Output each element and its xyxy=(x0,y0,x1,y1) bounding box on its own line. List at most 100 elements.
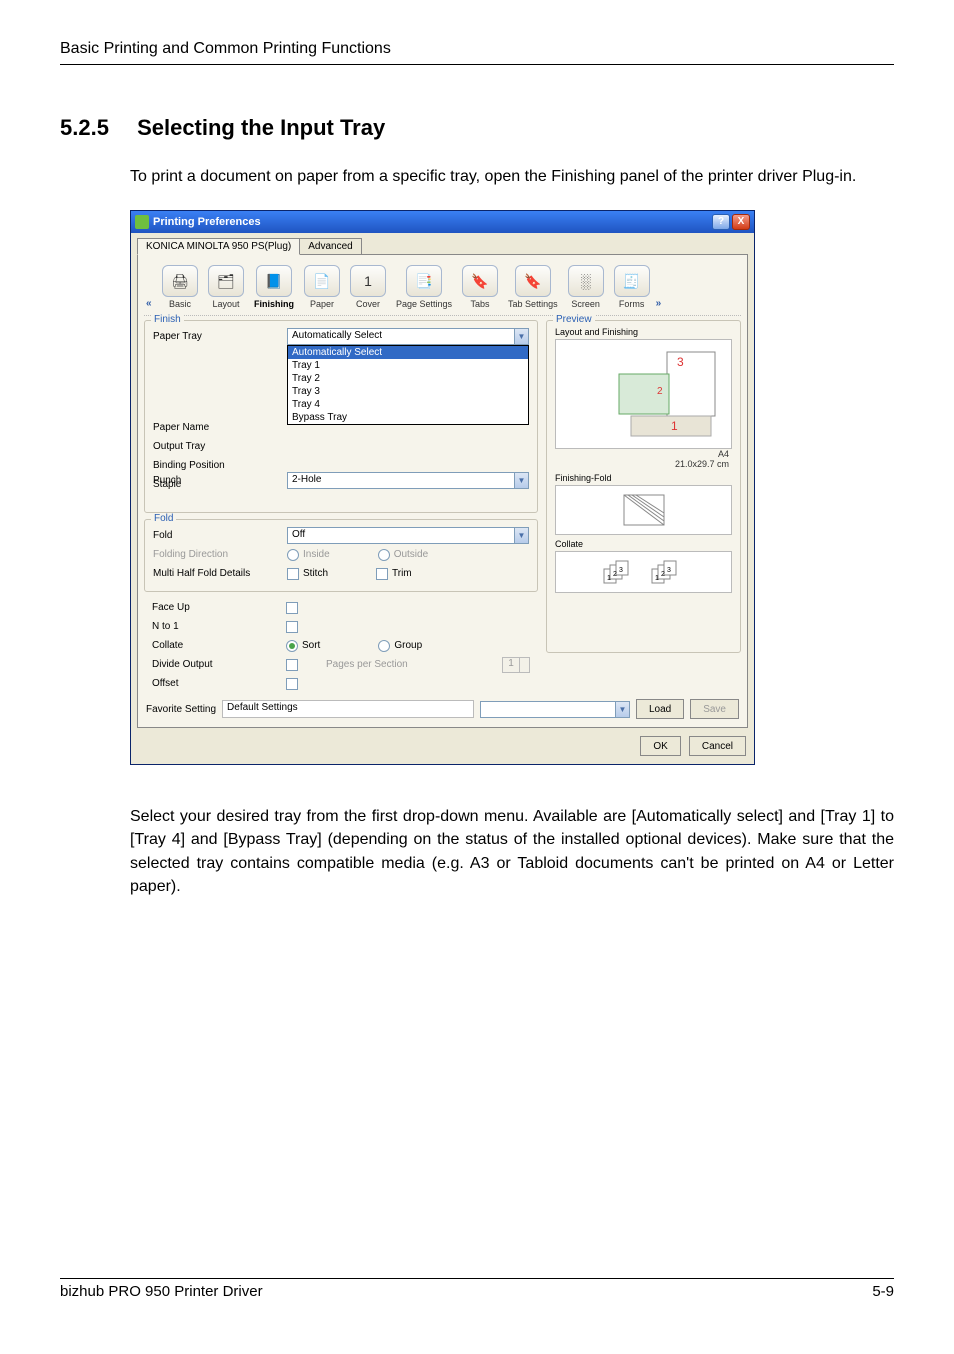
multi-half-fold-label: Multi Half Fold Details xyxy=(153,568,283,579)
footer-right: 5-9 xyxy=(872,1283,894,1300)
chevron-down-icon: ▼ xyxy=(514,329,528,344)
collate-preview-label: Collate xyxy=(555,539,732,549)
paper-tray-dropdown: Automatically Select Tray 1 Tray 2 Tray … xyxy=(287,345,529,425)
tb-forms[interactable]: 🧾Forms xyxy=(610,265,654,309)
faceup-label: Face Up xyxy=(152,602,282,613)
fold-select[interactable]: Off▼ xyxy=(287,527,529,544)
tab-plug[interactable]: KONICA MINOLTA 950 PS(Plug) xyxy=(137,238,300,255)
tb-tab-settings[interactable]: 🔖Tab Settings xyxy=(504,265,562,309)
outside-label: Outside xyxy=(394,549,428,560)
ok-button[interactable]: OK xyxy=(640,736,680,756)
tb-finishing[interactable]: 📘Finishing xyxy=(250,265,298,309)
tb-cover[interactable]: 1Cover xyxy=(346,265,390,309)
app-icon xyxy=(135,215,149,229)
sort-radio[interactable] xyxy=(286,640,298,652)
help-button[interactable]: ? xyxy=(712,214,730,230)
paper-tray-label: Paper Tray xyxy=(153,331,283,342)
stitch-checkbox[interactable] xyxy=(287,568,299,580)
toolbar-prev-icon[interactable]: « xyxy=(146,298,156,309)
intro-paragraph: To print a document on paper from a spec… xyxy=(130,165,894,188)
tb-screen[interactable]: ░Screen xyxy=(564,265,608,309)
chevron-down-icon: ▼ xyxy=(514,528,528,543)
load-button[interactable]: Load xyxy=(636,699,684,719)
punch-select[interactable]: 2-Hole▼ xyxy=(287,472,529,489)
fold-label: Fold xyxy=(153,530,283,541)
opt-tray2[interactable]: Tray 2 xyxy=(288,372,528,385)
offset-checkbox[interactable] xyxy=(286,678,298,690)
fold-legend: Fold xyxy=(151,513,176,524)
opt-auto-select[interactable]: Automatically Select xyxy=(288,346,528,359)
group-radio[interactable] xyxy=(378,640,390,652)
opt-tray4[interactable]: Tray 4 xyxy=(288,398,528,411)
svg-text:3: 3 xyxy=(619,567,623,574)
fold-preview-icon xyxy=(614,490,674,530)
divide-output-label: Divide Output xyxy=(152,659,282,670)
nto1-checkbox[interactable] xyxy=(286,621,298,633)
preview-legend: Preview xyxy=(553,314,595,325)
paper-dim-label: 21.0x29.7 cm xyxy=(675,459,729,469)
paper-name-label: Paper Name xyxy=(153,422,283,433)
tb-page-settings[interactable]: 📑Page Settings xyxy=(392,265,456,309)
svg-text:3: 3 xyxy=(677,355,684,369)
chevron-down-icon: ▼ xyxy=(615,702,629,717)
tb-basic[interactable]: 🖨Basic xyxy=(158,265,202,309)
collate-preview: 123 123 xyxy=(555,551,732,593)
svg-text:3: 3 xyxy=(667,567,671,574)
trim-checkbox[interactable] xyxy=(376,568,388,580)
pages-per-section-label: Pages per Section xyxy=(326,659,408,670)
fold-group: Fold Fold Off▼ Folding Direction Inside xyxy=(144,519,538,592)
finishing-fold-preview xyxy=(555,485,732,535)
svg-text:1: 1 xyxy=(655,575,659,582)
chevron-down-icon: ▼ xyxy=(514,473,528,488)
stitch-label: Stitch xyxy=(303,568,328,579)
divide-output-checkbox[interactable] xyxy=(286,659,298,671)
svg-text:1: 1 xyxy=(607,575,611,582)
sort-label: Sort xyxy=(302,640,320,651)
category-toolbar: « 🖨Basic 🗂Layout 📘Finishing 📄Paper 1Cove… xyxy=(144,261,741,316)
punch-label: Punch xyxy=(153,475,283,486)
favorite-setting-input[interactable]: Default Settings xyxy=(222,700,474,718)
tab-advanced[interactable]: Advanced xyxy=(299,238,361,255)
paper-tray-select[interactable]: Automatically Select ▼ Automatically Sel… xyxy=(287,328,529,345)
paper-size-label: A4 xyxy=(718,449,729,459)
pages-per-section-spinner: 1 xyxy=(502,657,530,673)
toolbar-next-icon[interactable]: » xyxy=(656,298,666,309)
preview-group: Preview Layout and Finishing 3 2 xyxy=(546,320,741,653)
opt-bypass[interactable]: Bypass Tray xyxy=(288,411,528,424)
window-title: Printing Preferences xyxy=(153,216,261,228)
favorite-setting-select[interactable]: ▼ xyxy=(480,701,630,718)
collate-icon: 123 xyxy=(600,557,640,587)
footer-left: bizhub PRO 950 Printer Driver xyxy=(60,1283,263,1300)
followup-paragraph: Select your desired tray from the first … xyxy=(130,805,894,898)
output-tray-label: Output Tray xyxy=(153,441,283,452)
printer-preview-icon: 3 2 1 xyxy=(559,344,729,444)
titlebar: Printing Preferences ? X xyxy=(131,211,754,233)
binding-position-label: Binding Position xyxy=(153,460,283,471)
opt-tray3[interactable]: Tray 3 xyxy=(288,385,528,398)
save-button: Save xyxy=(690,699,739,719)
tb-layout[interactable]: 🗂Layout xyxy=(204,265,248,309)
finish-legend: Finish xyxy=(151,314,184,325)
section-number: 5.2.5 xyxy=(60,115,109,141)
opt-tray1[interactable]: Tray 1 xyxy=(288,359,528,372)
faceup-checkbox[interactable] xyxy=(286,602,298,614)
collate-icon: 123 xyxy=(648,557,688,587)
svg-text:2: 2 xyxy=(661,571,665,578)
section-title: Selecting the Input Tray xyxy=(137,115,385,141)
folding-direction-label: Folding Direction xyxy=(153,549,283,560)
top-tabstrip: KONICA MINOLTA 950 PS(Plug) Advanced xyxy=(137,237,748,254)
page-header: Basic Printing and Common Printing Funct… xyxy=(60,40,894,58)
trim-label: Trim xyxy=(392,568,412,579)
svg-text:1: 1 xyxy=(671,419,678,433)
layout-preview: 3 2 1 xyxy=(555,339,732,449)
inside-label: Inside xyxy=(303,549,330,560)
close-button[interactable]: X xyxy=(732,214,750,230)
tb-paper[interactable]: 📄Paper xyxy=(300,265,344,309)
header-rule xyxy=(60,64,894,65)
printing-preferences-dialog: Printing Preferences ? X KONICA MINOLTA … xyxy=(130,210,755,765)
tb-tabs[interactable]: 🔖Tabs xyxy=(458,265,502,309)
favorite-setting-label: Favorite Setting xyxy=(146,704,216,715)
finishing-fold-label: Finishing-Fold xyxy=(555,473,732,483)
inside-radio xyxy=(287,549,299,561)
cancel-button[interactable]: Cancel xyxy=(689,736,746,756)
